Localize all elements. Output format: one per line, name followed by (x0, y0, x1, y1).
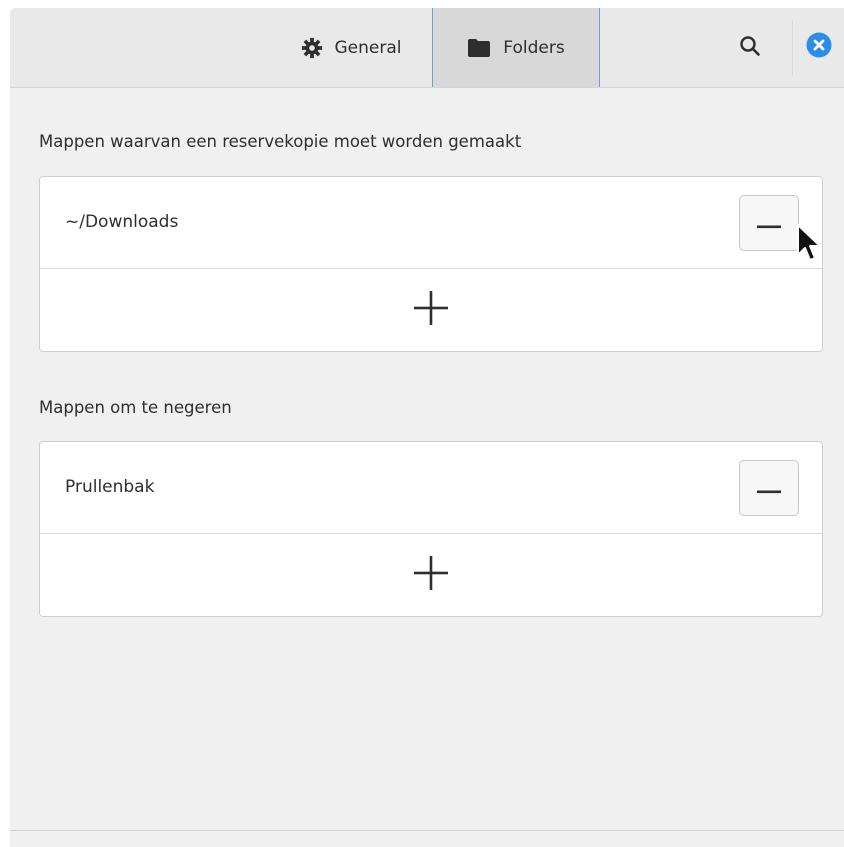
add-folder-button[interactable] (401, 545, 461, 605)
header-bar: General Folders (10, 8, 844, 88)
list-item-label: ~/Downloads (65, 212, 179, 232)
search-button[interactable] (732, 30, 768, 66)
minus-icon (757, 479, 781, 498)
plus-icon (414, 291, 448, 329)
add-row (40, 534, 822, 616)
tab-folders-label: Folders (503, 37, 565, 58)
tab-folders[interactable]: Folders (432, 8, 600, 87)
list-item: Prullenbak (40, 442, 822, 534)
remove-folder-button[interactable] (739, 195, 799, 251)
bottom-divider (10, 830, 844, 831)
header-separator (792, 20, 793, 76)
ignore-folders-list: Prullenbak (39, 441, 823, 617)
tab-general[interactable]: General (270, 8, 432, 87)
list-item-label: Prullenbak (65, 477, 155, 497)
search-icon (739, 35, 761, 61)
plus-icon (414, 556, 448, 594)
tab-general-label: General (334, 37, 402, 58)
app-window: General Folders Mappen waarvan een reser… (10, 8, 844, 847)
mouse-pointer-icon (796, 223, 824, 267)
folder-icon (467, 38, 491, 58)
ignore-folders-label: Mappen om te negeren (39, 398, 232, 417)
backup-folders-label: Mappen waarvan een reservekopie moet wor… (39, 132, 522, 151)
gear-icon (301, 37, 323, 59)
remove-folder-button[interactable] (739, 460, 799, 516)
close-icon (806, 32, 832, 62)
backup-folders-list: ~/Downloads (39, 176, 823, 352)
close-button[interactable] (806, 32, 832, 62)
list-item: ~/Downloads (40, 177, 822, 269)
minus-icon (757, 214, 781, 233)
add-row (40, 269, 822, 351)
add-folder-button[interactable] (401, 280, 461, 340)
